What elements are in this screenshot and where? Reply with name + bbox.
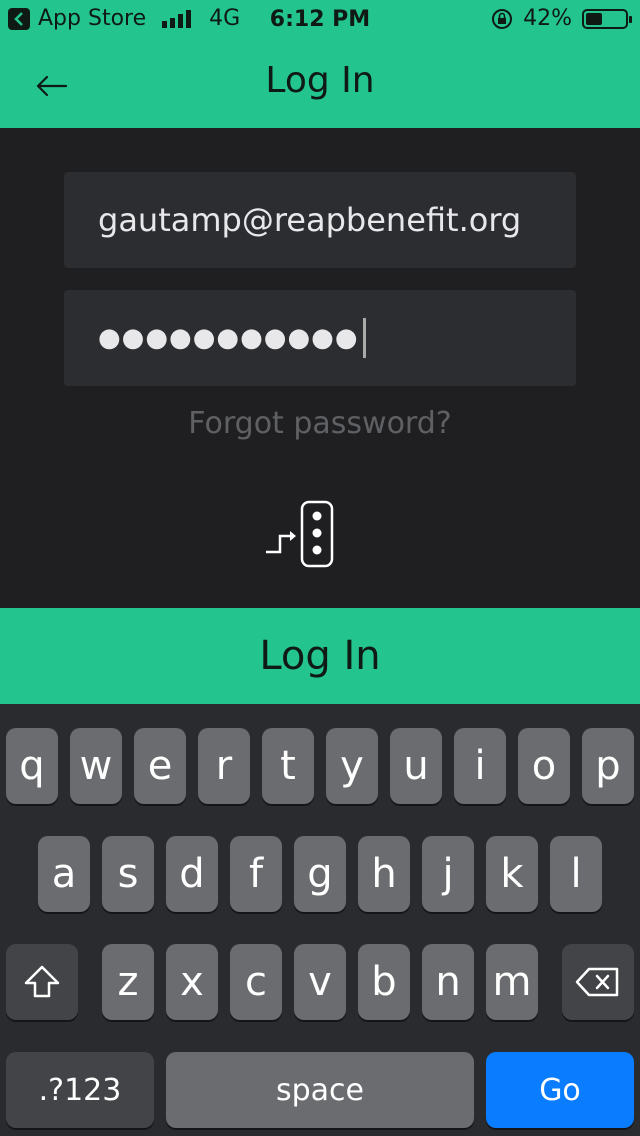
key-k[interactable]: k (486, 836, 538, 912)
email-value: gautamp@reapbenefit.org (98, 201, 522, 239)
shift-icon (24, 965, 60, 998)
status-bar: App Store 4G 6:12 PM 42% (0, 0, 640, 40)
battery-icon (582, 8, 632, 29)
key-x[interactable]: x (166, 944, 218, 1020)
go-key[interactable]: Go (486, 1052, 634, 1128)
key-m[interactable]: m (486, 944, 538, 1020)
shift-key[interactable] (6, 944, 78, 1020)
status-right: 42% (491, 6, 632, 31)
key-s[interactable]: s (102, 836, 154, 912)
password-field[interactable]: ●●●●●●●●●●● (64, 290, 576, 386)
key-h[interactable]: h (358, 836, 410, 912)
key-c[interactable]: c (230, 944, 282, 1020)
key-b[interactable]: b (358, 944, 410, 1020)
login-button-label: Log In (259, 633, 381, 679)
keyboard: qwertyuiop asdfghjkl zxcvbnm .?123 space… (0, 704, 640, 1136)
key-w[interactable]: w (70, 728, 122, 804)
space-key[interactable]: space (166, 1052, 474, 1128)
orientation-lock-icon (492, 8, 513, 29)
app-logo-icon (266, 500, 334, 568)
key-o[interactable]: o (518, 728, 570, 804)
text-caret (362, 318, 366, 358)
key-n[interactable]: n (422, 944, 474, 1020)
backspace-icon (575, 967, 619, 997)
battery-percent: 42% (523, 6, 572, 31)
key-u[interactable]: u (390, 728, 442, 804)
key-p[interactable]: p (582, 728, 634, 804)
delete-key[interactable] (562, 944, 634, 1020)
key-l[interactable]: l (550, 836, 602, 912)
key-i[interactable]: i (454, 728, 506, 804)
key-v[interactable]: v (294, 944, 346, 1020)
key-t[interactable]: t (262, 728, 314, 804)
email-field[interactable]: gautamp@reapbenefit.org (64, 172, 576, 268)
top-bar: App Store 4G 6:12 PM 42% Log In (0, 0, 640, 128)
login-button[interactable]: Log In (0, 608, 640, 704)
forgot-password-link[interactable]: Forgot password? (0, 406, 640, 441)
numbers-key[interactable]: .?123 (6, 1052, 154, 1128)
key-q[interactable]: q (6, 728, 58, 804)
key-y[interactable]: y (326, 728, 378, 804)
key-j[interactable]: j (422, 836, 474, 912)
key-r[interactable]: r (198, 728, 250, 804)
key-e[interactable]: e (134, 728, 186, 804)
page-title: Log In (265, 60, 375, 101)
key-d[interactable]: d (166, 836, 218, 912)
key-g[interactable]: g (294, 836, 346, 912)
key-a[interactable]: a (38, 836, 90, 912)
password-value: ●●●●●●●●●●● (98, 323, 359, 353)
key-z[interactable]: z (102, 944, 154, 1020)
key-f[interactable]: f (230, 836, 282, 912)
